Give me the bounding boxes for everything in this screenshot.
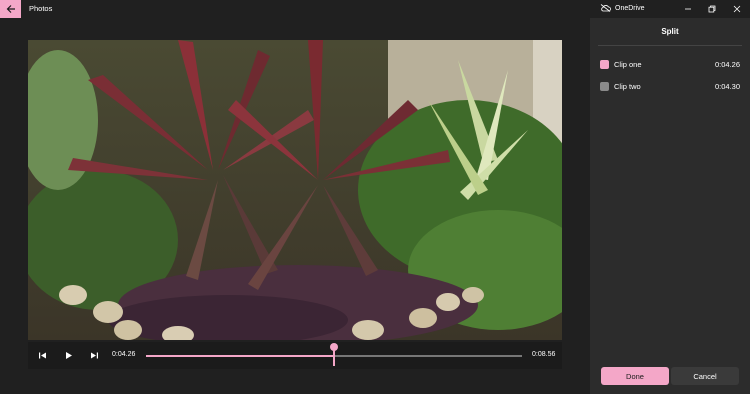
clip-item[interactable]: Clip two 0:04.30 xyxy=(600,79,740,93)
editor-area: 0:04.26 0:08.56 xyxy=(0,18,590,394)
previous-frame-button[interactable] xyxy=(36,349,48,361)
split-handle[interactable] xyxy=(330,343,338,366)
title-bar: Photos OneDrive xyxy=(0,0,750,18)
restore-icon xyxy=(708,5,716,13)
current-time: 0:04.26 xyxy=(112,351,136,358)
clip-name: Clip two xyxy=(614,81,641,91)
clip-item[interactable]: Clip one 0:04.26 xyxy=(600,57,740,71)
app-title: Photos xyxy=(29,4,53,13)
cloud-off-icon xyxy=(600,4,611,12)
playback-controls: 0:04.26 0:08.56 xyxy=(28,342,562,369)
clip-duration: 0:04.30 xyxy=(714,81,740,91)
clip-name: Clip one xyxy=(614,59,642,69)
minimize-button[interactable] xyxy=(677,0,699,18)
total-time: 0:08.56 xyxy=(532,351,556,358)
panel-divider xyxy=(598,45,742,46)
video-preview[interactable] xyxy=(28,40,562,340)
skip-back-icon xyxy=(38,352,46,358)
cancel-button[interactable]: Cancel xyxy=(671,367,739,385)
video-frame-image xyxy=(28,40,562,340)
onedrive-status[interactable]: OneDrive xyxy=(600,4,645,12)
clip-color-swatch xyxy=(600,81,609,91)
timeline-track[interactable] xyxy=(146,343,522,366)
panel-title: Split xyxy=(661,27,679,36)
onedrive-label: OneDrive xyxy=(615,4,645,12)
back-button[interactable] xyxy=(0,0,21,18)
minimize-icon xyxy=(685,8,691,10)
play-icon xyxy=(65,351,72,359)
close-icon xyxy=(733,5,741,13)
play-button[interactable] xyxy=(62,349,74,361)
close-button[interactable] xyxy=(726,0,748,18)
timeline-progress xyxy=(146,355,334,357)
arrow-left-icon xyxy=(6,5,15,13)
next-frame-button[interactable] xyxy=(88,349,100,361)
split-panel: Split Clip one 0:04.26 Clip two 0:04.30 … xyxy=(590,18,750,394)
clip-duration: 0:04.26 xyxy=(714,59,740,69)
skip-forward-icon xyxy=(90,352,98,358)
done-button[interactable]: Done xyxy=(601,367,669,385)
restore-button[interactable] xyxy=(701,0,723,18)
clip-color-swatch xyxy=(600,59,609,69)
